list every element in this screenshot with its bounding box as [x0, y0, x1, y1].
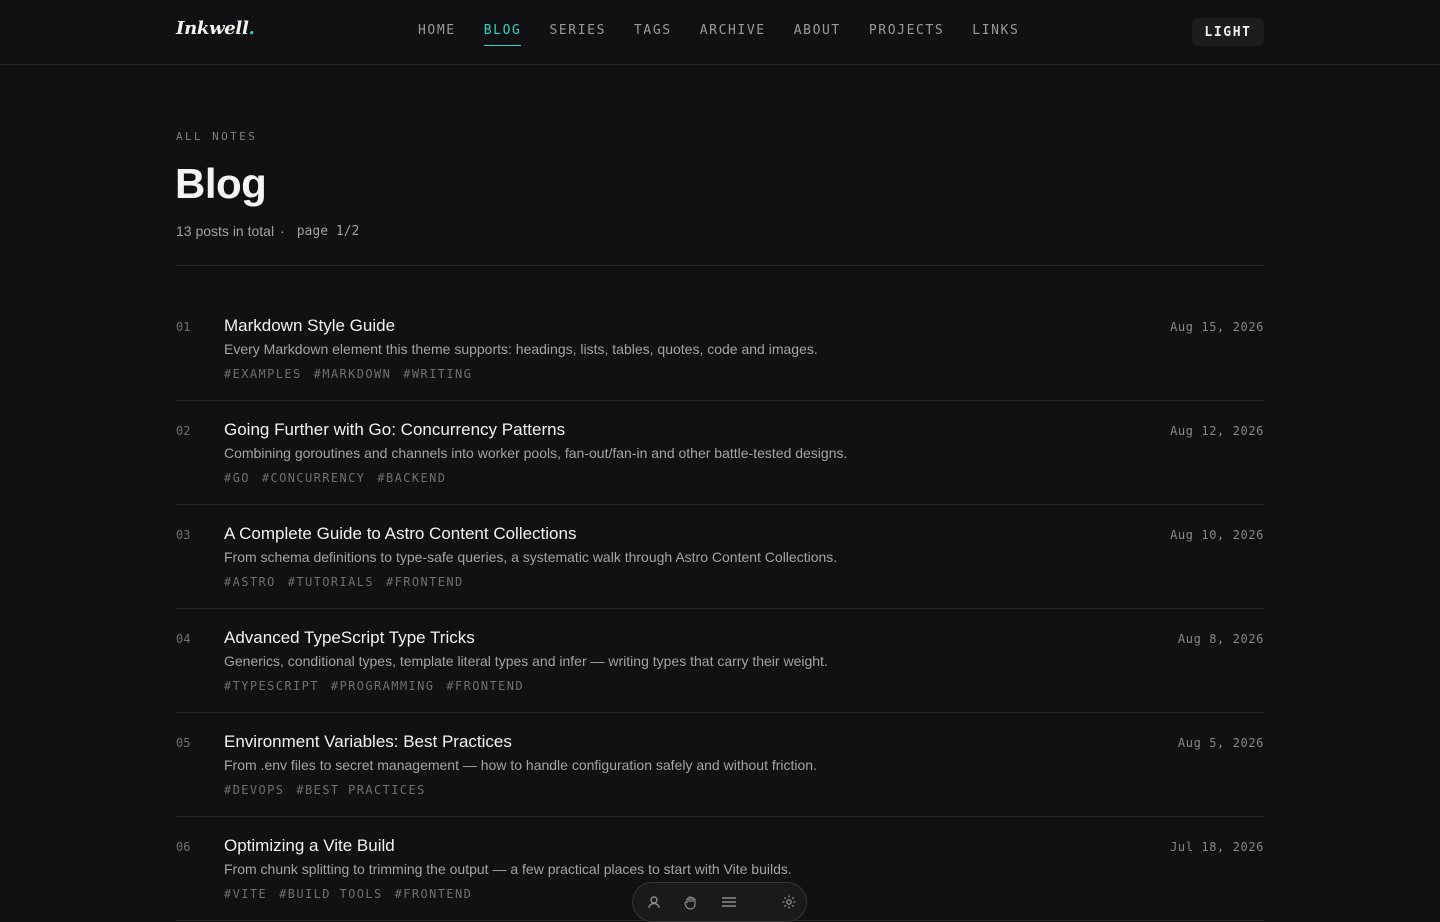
header-divider: [176, 265, 1264, 266]
tag-link[interactable]: #BUILD TOOLS: [279, 887, 383, 901]
post-item[interactable]: 02 Going Further with Go: Concurrency Pa…: [176, 401, 1264, 505]
post-tags: #TYPESCRIPT #PROGRAMMING #FRONTEND: [224, 679, 524, 693]
post-tags: #EXAMPLES #MARKDOWN #WRITING: [224, 367, 472, 381]
post-title-link[interactable]: Going Further with Go: Concurrency Patte…: [224, 420, 565, 440]
post-date: Aug 10, 2026: [1170, 528, 1264, 542]
nav-blog[interactable]: BLOG: [483, 22, 522, 46]
post-tags: #GO #CONCURRENCY #BACKEND: [224, 471, 446, 485]
meta-separator: ·: [280, 223, 285, 239]
post-tags: #DEVOPS #BEST PRACTICES: [224, 783, 426, 797]
post-description: Generics, conditional types, template li…: [224, 653, 828, 669]
post-item[interactable]: 01 Markdown Style Guide Every Markdown e…: [176, 297, 1264, 401]
logo-dot: .: [248, 18, 255, 39]
post-title-link[interactable]: A Complete Guide to Astro Content Collec…: [224, 524, 576, 544]
post-date: Aug 5, 2026: [1177, 736, 1264, 750]
post-description: Every Markdown element this theme suppor…: [224, 341, 818, 357]
post-tags: #VITE #BUILD TOOLS #FRONTEND: [224, 887, 472, 901]
nav-archive[interactable]: ARCHIVE: [700, 22, 766, 46]
tag-link[interactable]: #BEST PRACTICES: [296, 783, 425, 797]
tag-link[interactable]: #FRONTEND: [446, 679, 524, 693]
post-number: 05: [176, 736, 191, 750]
tag-link[interactable]: #WRITING: [403, 367, 472, 381]
nav-series[interactable]: SERIES: [549, 22, 606, 46]
nav-home[interactable]: HOME: [418, 22, 456, 46]
tag-link[interactable]: #TYPESCRIPT: [224, 679, 319, 693]
post-date: Aug 12, 2026: [1170, 424, 1264, 438]
post-title-link[interactable]: Advanced TypeScript Type Tricks: [224, 628, 475, 648]
tag-link[interactable]: #CONCURRENCY: [262, 471, 366, 485]
hand-icon[interactable]: [683, 893, 699, 911]
post-date: Jul 18, 2026: [1170, 840, 1264, 854]
nav-projects[interactable]: PROJECTS: [869, 22, 944, 46]
site-header: Inkwell. HOME BLOG SERIES TAGS ARCHIVE A…: [0, 0, 1440, 65]
tag-link[interactable]: #BACKEND: [377, 471, 446, 485]
page-meta: 13 posts in total · page 1/2: [176, 223, 359, 239]
post-number: 04: [176, 632, 191, 646]
user-icon[interactable]: [647, 893, 661, 911]
menu-icon[interactable]: [721, 893, 737, 911]
page-eyebrow: ALL NOTES: [176, 130, 258, 143]
tag-link[interactable]: #EXAMPLES: [224, 367, 302, 381]
main-nav: HOME BLOG SERIES TAGS ARCHIVE ABOUT PROJ…: [418, 22, 1047, 46]
post-date: Aug 8, 2026: [1177, 632, 1264, 646]
post-count: 13 posts in total: [176, 223, 275, 239]
post-description: From schema definitions to type-safe que…: [224, 549, 838, 565]
post-number: 01: [176, 320, 191, 334]
post-item[interactable]: 03 A Complete Guide to Astro Content Col…: [176, 505, 1264, 609]
tag-link[interactable]: #FRONTEND: [395, 887, 473, 901]
site-logo[interactable]: Inkwell.: [176, 18, 255, 39]
post-description: Combining goroutines and channels into w…: [224, 445, 848, 461]
tag-link[interactable]: #GO: [224, 471, 250, 485]
tag-link[interactable]: #ASTRO: [224, 575, 276, 589]
post-number: 02: [176, 424, 191, 438]
post-title-link[interactable]: Optimizing a Vite Build: [224, 836, 395, 856]
post-item[interactable]: 05 Environment Variables: Best Practices…: [176, 713, 1264, 817]
post-item[interactable]: 04 Advanced TypeScript Type Tricks Gener…: [176, 609, 1264, 713]
page-title: Blog: [175, 160, 267, 207]
post-description: From .env files to secret management — h…: [224, 757, 817, 773]
tag-link[interactable]: #DEVOPS: [224, 783, 284, 797]
nav-tags[interactable]: TAGS: [634, 22, 672, 46]
tag-link[interactable]: #VITE: [224, 887, 267, 901]
post-title-link[interactable]: Markdown Style Guide: [224, 316, 395, 336]
post-description: From chunk splitting to trimming the out…: [224, 861, 792, 877]
post-date: Aug 15, 2026: [1170, 320, 1264, 334]
page-indicator: page 1/2: [296, 223, 360, 239]
logo-text: Inkwell: [176, 18, 249, 39]
gear-icon[interactable]: [781, 893, 797, 911]
tag-link[interactable]: #PROGRAMMING: [331, 679, 435, 693]
floating-toolbar: [632, 882, 807, 922]
tag-link[interactable]: #MARKDOWN: [314, 367, 392, 381]
tag-link[interactable]: #FRONTEND: [386, 575, 464, 589]
nav-about[interactable]: ABOUT: [794, 22, 841, 46]
tag-link[interactable]: #TUTORIALS: [288, 575, 374, 589]
post-list: 01 Markdown Style Guide Every Markdown e…: [176, 297, 1264, 921]
post-title-link[interactable]: Environment Variables: Best Practices: [224, 732, 512, 752]
nav-links[interactable]: LINKS: [972, 22, 1019, 46]
post-number: 06: [176, 840, 191, 854]
post-number: 03: [176, 528, 191, 542]
post-tags: #ASTRO #TUTORIALS #FRONTEND: [224, 575, 464, 589]
theme-toggle-button[interactable]: LIGHT: [1192, 18, 1264, 46]
